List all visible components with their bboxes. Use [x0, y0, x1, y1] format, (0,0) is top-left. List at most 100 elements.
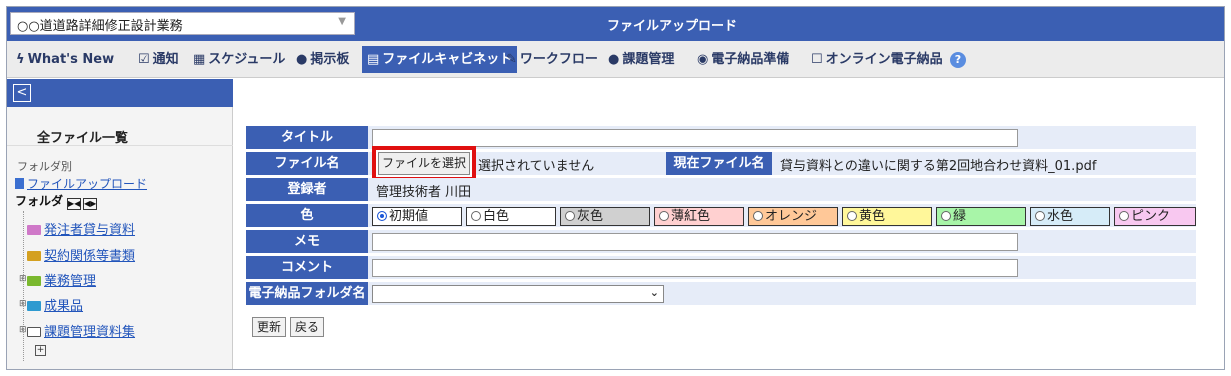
filename-row: ファイル名 ファイルを選択 選択されていません 現在ファイル名 貸与資料との違い…: [246, 146, 1196, 181]
nav-label: 通知: [152, 52, 179, 67]
registrant-label: 登録者: [246, 178, 368, 201]
color-option-gray[interactable]: 灰色: [560, 207, 650, 226]
nav-label: スケジュール: [208, 52, 286, 67]
color-option-label: 初期値: [389, 209, 429, 224]
top-bar: ○○道道路詳細修正設計業務 ▼ ファイルアップロード: [7, 7, 1224, 41]
nav-label: 課題管理: [622, 52, 675, 67]
comment-row: コメント: [246, 256, 1196, 279]
nav-label: ファイルキャビネット: [382, 52, 513, 67]
expand-icon[interactable]: ⊞: [19, 325, 27, 335]
checkbox-icon: ☑: [138, 52, 150, 67]
radio-icon: [1119, 211, 1129, 221]
tree-item-contract-docs[interactable]: 契約関係等書類: [19, 245, 135, 264]
registrant-value: 管理技術者 川田: [376, 185, 472, 200]
people-icon: ●: [608, 52, 620, 67]
color-option-label: 薄紅色: [671, 209, 711, 224]
tree-item-label: 契約関係等書類: [44, 249, 136, 264]
color-option-pink[interactable]: ピンク: [1114, 207, 1196, 226]
folder-icon: [27, 251, 41, 261]
folder-icon: [27, 276, 41, 286]
folder-heading: フォルダ ▶◀ ◀▶: [15, 192, 98, 210]
color-option-label: ピンク: [1131, 209, 1171, 224]
nav-file-cabinet[interactable]: ▤ ファイルキャビネット: [362, 46, 518, 73]
tree-item-deliverables[interactable]: ⊞ 成果品: [19, 295, 83, 314]
color-option-orange[interactable]: オレンジ: [748, 207, 838, 226]
lightning-icon: ϟ: [16, 52, 25, 67]
cabinet-icon: ▤: [367, 52, 380, 67]
tree-item-issue-docs[interactable]: ⊞ 課題管理資料集: [19, 321, 135, 340]
add-folder-icon[interactable]: +: [35, 345, 46, 356]
nav-whats-new[interactable]: ϟ What's New: [13, 46, 117, 73]
file-upload-label: ファイルアップロード: [27, 177, 148, 191]
color-option-label: 灰色: [577, 209, 604, 224]
edit-icon: ✎: [506, 52, 517, 67]
memo-label: メモ: [246, 230, 368, 253]
tree-item-label: 課題管理資料集: [44, 325, 136, 340]
nav-label: 電子納品準備: [711, 52, 790, 67]
nav-issue-management[interactable]: ● 課題管理: [605, 46, 677, 73]
nav-notifications[interactable]: ☑ 通知: [135, 46, 182, 73]
color-option-label: 水色: [1047, 209, 1074, 224]
color-option-light-red[interactable]: 薄紅色: [654, 207, 744, 226]
color-row: 色 初期値 白色 灰色 薄紅色 オレンジ 黄色 緑 水色 ピンク: [246, 204, 1196, 227]
project-name: ○○道道路詳細修正設計業務: [17, 19, 183, 34]
choose-file-button[interactable]: ファイルを選択: [378, 152, 470, 175]
nav-label: ワークフロー: [519, 52, 598, 67]
nav-online-delivery[interactable]: ☐ オンライン電子納品: [808, 46, 946, 73]
color-option-green[interactable]: 緑: [936, 207, 1026, 226]
file-icon: [15, 178, 24, 189]
color-option-default[interactable]: 初期値: [372, 207, 462, 226]
main-content: タイトル ファイル名 ファイルを選択 選択されていません 現在ファイル名 貸与資…: [234, 79, 1224, 369]
radio-icon: [753, 211, 763, 221]
folder-icon: [27, 327, 41, 337]
highlight-box: ファイルを選択: [372, 146, 476, 181]
radio-icon: [471, 211, 481, 221]
memo-row: メモ: [246, 230, 1196, 253]
chat-icon: ●: [296, 52, 308, 67]
color-option-white[interactable]: 白色: [466, 207, 556, 226]
title-label: タイトル: [246, 126, 368, 149]
comment-input[interactable]: [372, 259, 1018, 277]
radio-icon: [847, 211, 857, 221]
no-file-text: 選択されていません: [478, 159, 595, 174]
delivery-folder-label: 電子納品フォルダ名: [246, 282, 368, 305]
expand-all-icon[interactable]: ▶◀: [67, 198, 82, 210]
main-nav: ϟ What's New ☑ 通知 ▦ スケジュール ● 掲示板 ▤ ファイルキャビネット…: [7, 41, 1224, 78]
folder-icon: [27, 225, 41, 235]
back-button[interactable]: 戻る: [290, 317, 325, 337]
radio-icon: [565, 211, 575, 221]
color-option-light-blue[interactable]: 水色: [1030, 207, 1110, 226]
file-upload-link[interactable]: ファイルアップロード: [15, 175, 147, 192]
nav-delivery-prep[interactable]: ◉ 電子納品準備: [694, 46, 792, 73]
box-icon: ☐: [811, 52, 823, 67]
sidebar-header: <: [7, 79, 233, 107]
app-window: ○○道道路詳細修正設計業務 ▼ ファイルアップロード ϟ What's New ☑…: [6, 6, 1225, 370]
tree-item-lent-materials[interactable]: 発注者貸与資料: [19, 219, 135, 238]
nav-bulletin-board[interactable]: ● 掲示板: [293, 46, 352, 73]
folder-heading-label: フォルダ: [15, 194, 64, 208]
tree-item-business-management[interactable]: ⊞ 業務管理: [19, 270, 96, 289]
title-input[interactable]: [372, 129, 1018, 147]
comment-label: コメント: [246, 256, 368, 279]
expand-icon[interactable]: ⊞: [19, 274, 27, 284]
nav-workflow[interactable]: ✎ ワークフロー: [503, 46, 601, 73]
color-label: 色: [246, 204, 368, 227]
memo-input[interactable]: [372, 233, 1018, 251]
all-files-link[interactable]: 全ファイル一覧: [37, 127, 128, 146]
filename-label: ファイル名: [246, 152, 368, 175]
expand-icon[interactable]: ⊞: [19, 299, 27, 309]
divider: [7, 145, 233, 146]
tree-item-label: 発注者貸与資料: [44, 223, 136, 238]
nav-schedule[interactable]: ▦ スケジュール: [190, 46, 288, 73]
calendar-icon: ▦: [193, 52, 206, 67]
update-button[interactable]: 更新: [252, 317, 287, 337]
help-icon[interactable]: ?: [950, 52, 966, 68]
nav-label: オンライン電子納品: [825, 52, 943, 67]
color-option-yellow[interactable]: 黄色: [842, 207, 932, 226]
delivery-folder-select[interactable]: ⌄: [372, 285, 664, 303]
registrant-row: 登録者 管理技術者 川田: [246, 178, 1196, 201]
radio-icon: [941, 211, 951, 221]
collapse-sidebar-icon[interactable]: <: [13, 84, 31, 102]
project-select[interactable]: ○○道道路詳細修正設計業務 ▼: [10, 12, 355, 35]
collapse-all-icon[interactable]: ◀▶: [83, 198, 98, 210]
